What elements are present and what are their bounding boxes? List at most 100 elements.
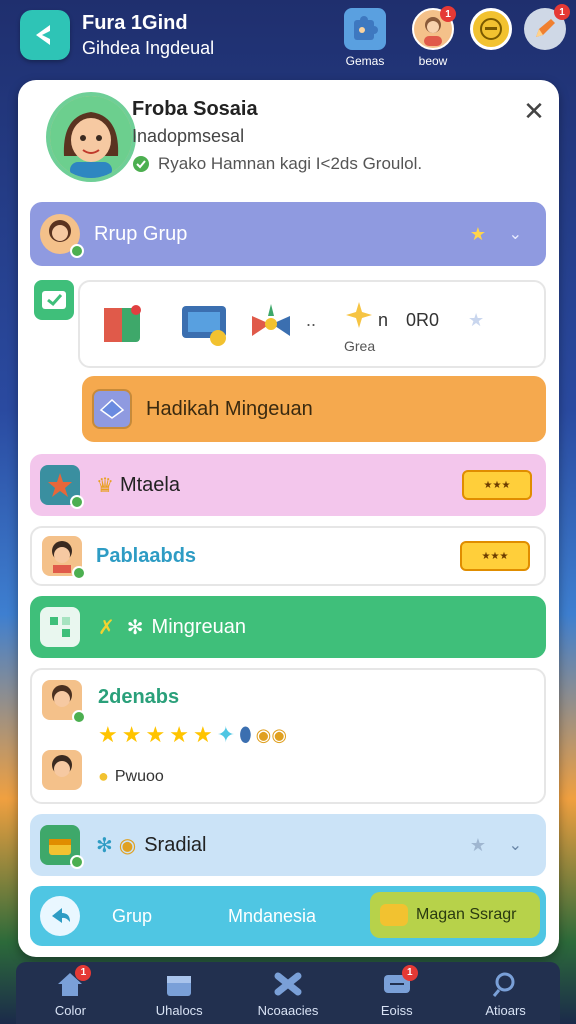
- online-dot: [72, 566, 86, 580]
- share-icon: [52, 908, 70, 923]
- nav-label: Color: [54, 1002, 86, 1018]
- nav-label: Atioars: [485, 1002, 526, 1018]
- mtaela-icon: [40, 465, 84, 509]
- star-icon: ★: [192, 722, 213, 747]
- coin-button[interactable]: [468, 8, 514, 50]
- strip-middle-label[interactable]: Mndanesia: [228, 906, 316, 927]
- gift-cube-icon[interactable]: [96, 296, 150, 350]
- pabla-label: Pablaabds: [96, 544, 197, 567]
- mingreuan-label: Mingreuan: [151, 615, 247, 638]
- rating-stars: ★ ★ ★ ★ ★ ✦ ⬮ ◉◉: [98, 722, 287, 748]
- member-card[interactable]: 2denabs ★ ★ ★ ★ ★ ✦ ⬮ ◉◉ ● Pwuoo: [30, 668, 546, 804]
- profile-status: Inadopmsesal: [132, 126, 245, 146]
- sradial-row[interactable]: ✻ ◉ Sradial ★ ⌄: [30, 814, 546, 876]
- nav-item-atioars[interactable]: Atioars: [456, 969, 556, 1018]
- gift-box: .. n 0R0 Grea ★: [78, 280, 546, 368]
- gift-dots: ..: [306, 310, 317, 330]
- snowflake-icon: ✻: [96, 834, 113, 857]
- member-avatar-bottom: [42, 750, 82, 790]
- group-panel: Froba Sosaia Inadopmsesal Ryako Hamnan k…: [18, 80, 559, 957]
- egg-icon: ⬮: [239, 723, 252, 746]
- profile-badge: 1: [440, 6, 456, 22]
- chevron-down-icon[interactable]: ⌄: [509, 835, 522, 855]
- coin-icon: [480, 18, 502, 40]
- sparkle-icon: [344, 300, 374, 330]
- gift-button[interactable]: Hadikah Mingeuan: [82, 376, 546, 442]
- edit-badge: 1: [554, 4, 570, 20]
- ribbon-icon: ✗: [98, 616, 115, 639]
- online-dot: [70, 244, 84, 258]
- nav-item-ncoaacies[interactable]: Ncoaacies: [238, 969, 338, 1018]
- app-subtitle: Gihdea Ingdeual: [82, 38, 215, 58]
- nav-label: Uhalocs: [155, 1002, 203, 1018]
- boy-avatar-icon: [52, 755, 72, 777]
- gift-count-n: n: [378, 310, 389, 330]
- arrow-left-icon: [36, 25, 50, 45]
- star-outline-icon: ★: [468, 310, 485, 330]
- profile-name: Froba Sosaia: [132, 98, 258, 120]
- pabla-row[interactable]: Pablaabds ★★★: [30, 526, 546, 586]
- close-button[interactable]: ✕: [519, 96, 549, 126]
- group-avatar: [40, 214, 84, 258]
- star-icon: ★: [98, 722, 118, 747]
- box-icon: [167, 975, 192, 996]
- strip-left-label[interactable]: Grup: [112, 906, 152, 927]
- top-bar: Fura 1Gind Gihdea Ingdeual Gemas 1 beow …: [0, 0, 576, 78]
- mingreuan-icon: [40, 607, 80, 647]
- strip-action-button[interactable]: Magan Ssragr: [370, 892, 540, 938]
- mingreuan-row[interactable]: ✗ ✻ Mingreuan: [30, 596, 546, 658]
- edit-button[interactable]: 1: [522, 4, 570, 50]
- nav-item-color[interactable]: 1 Color: [20, 964, 120, 1018]
- profile-description: Ryako Hamnan kagi I<2ds Groulol.: [132, 154, 422, 174]
- member-name: 2denabs: [98, 686, 180, 708]
- profile-top-button[interactable]: 1 beow: [410, 6, 456, 68]
- star-badge-icon: [48, 473, 72, 497]
- coins-icon: ◉◉: [255, 724, 288, 745]
- app-title: Fura 1Gind: [82, 12, 188, 34]
- sradial-label: Sradial: [144, 833, 207, 856]
- crown-icon: ♛: [96, 474, 114, 497]
- girl-avatar-icon: [50, 96, 132, 178]
- group-title-row[interactable]: Rrup Grup ★ ⌄: [30, 202, 546, 266]
- mtaela-ribbon: ★★★: [462, 470, 532, 500]
- nav-item-uhalocs[interactable]: Uhalocs: [129, 969, 229, 1018]
- group-title: Rrup Grup: [94, 222, 188, 245]
- member-sub: ● Pwuoo: [98, 766, 164, 787]
- puzzle-piece-icon: [274, 972, 302, 995]
- profile-avatar[interactable]: [46, 92, 136, 182]
- gift-label: Grea: [344, 338, 376, 354]
- star-icon: ★: [145, 722, 166, 747]
- blue-star-icon: ✦: [216, 722, 236, 747]
- star-icon: ★: [121, 722, 142, 747]
- coin-small-icon: ●: [98, 766, 109, 786]
- gift-bag-icon[interactable]: [178, 296, 232, 350]
- member-sub-label: Pwuoo: [114, 767, 164, 785]
- app-logo[interactable]: [20, 10, 70, 60]
- star-outline-icon: ★: [469, 834, 486, 855]
- gift-button-label: Hadikah Mingeuan: [146, 397, 313, 420]
- ribbon-stars-icon: ★★★: [481, 550, 509, 562]
- gift-toggle[interactable]: [34, 280, 74, 320]
- chevron-down-icon[interactable]: ⌄: [509, 224, 522, 244]
- close-icon: ✕: [523, 96, 545, 126]
- coins-icon: [380, 904, 408, 926]
- online-dot: [70, 495, 84, 509]
- online-dot: [72, 710, 86, 724]
- flower-icon: ✻: [126, 616, 144, 639]
- nav-item-eoiss[interactable]: 1 Eoiss: [347, 964, 447, 1018]
- sradial-icon: [40, 825, 84, 869]
- gift-bow-icon[interactable]: [244, 296, 298, 350]
- pencil-icon: [536, 19, 555, 37]
- mtaela-row[interactable]: ♛ Mtaela ★★★: [30, 454, 546, 516]
- gift-button-icon: [92, 389, 132, 429]
- star-icon: ★: [169, 722, 189, 747]
- bottom-strip: Grup Mndanesia Magan Ssragr: [30, 886, 546, 946]
- grid-icon: [50, 617, 70, 637]
- strip-icon[interactable]: [40, 896, 80, 936]
- nav-label: Eoiss: [380, 1002, 413, 1018]
- online-dot: [70, 855, 84, 869]
- games-button[interactable]: Gemas: [342, 8, 388, 68]
- search-icon: [492, 972, 515, 997]
- member-avatar-top: [42, 680, 86, 724]
- envelope-icon: [99, 398, 125, 419]
